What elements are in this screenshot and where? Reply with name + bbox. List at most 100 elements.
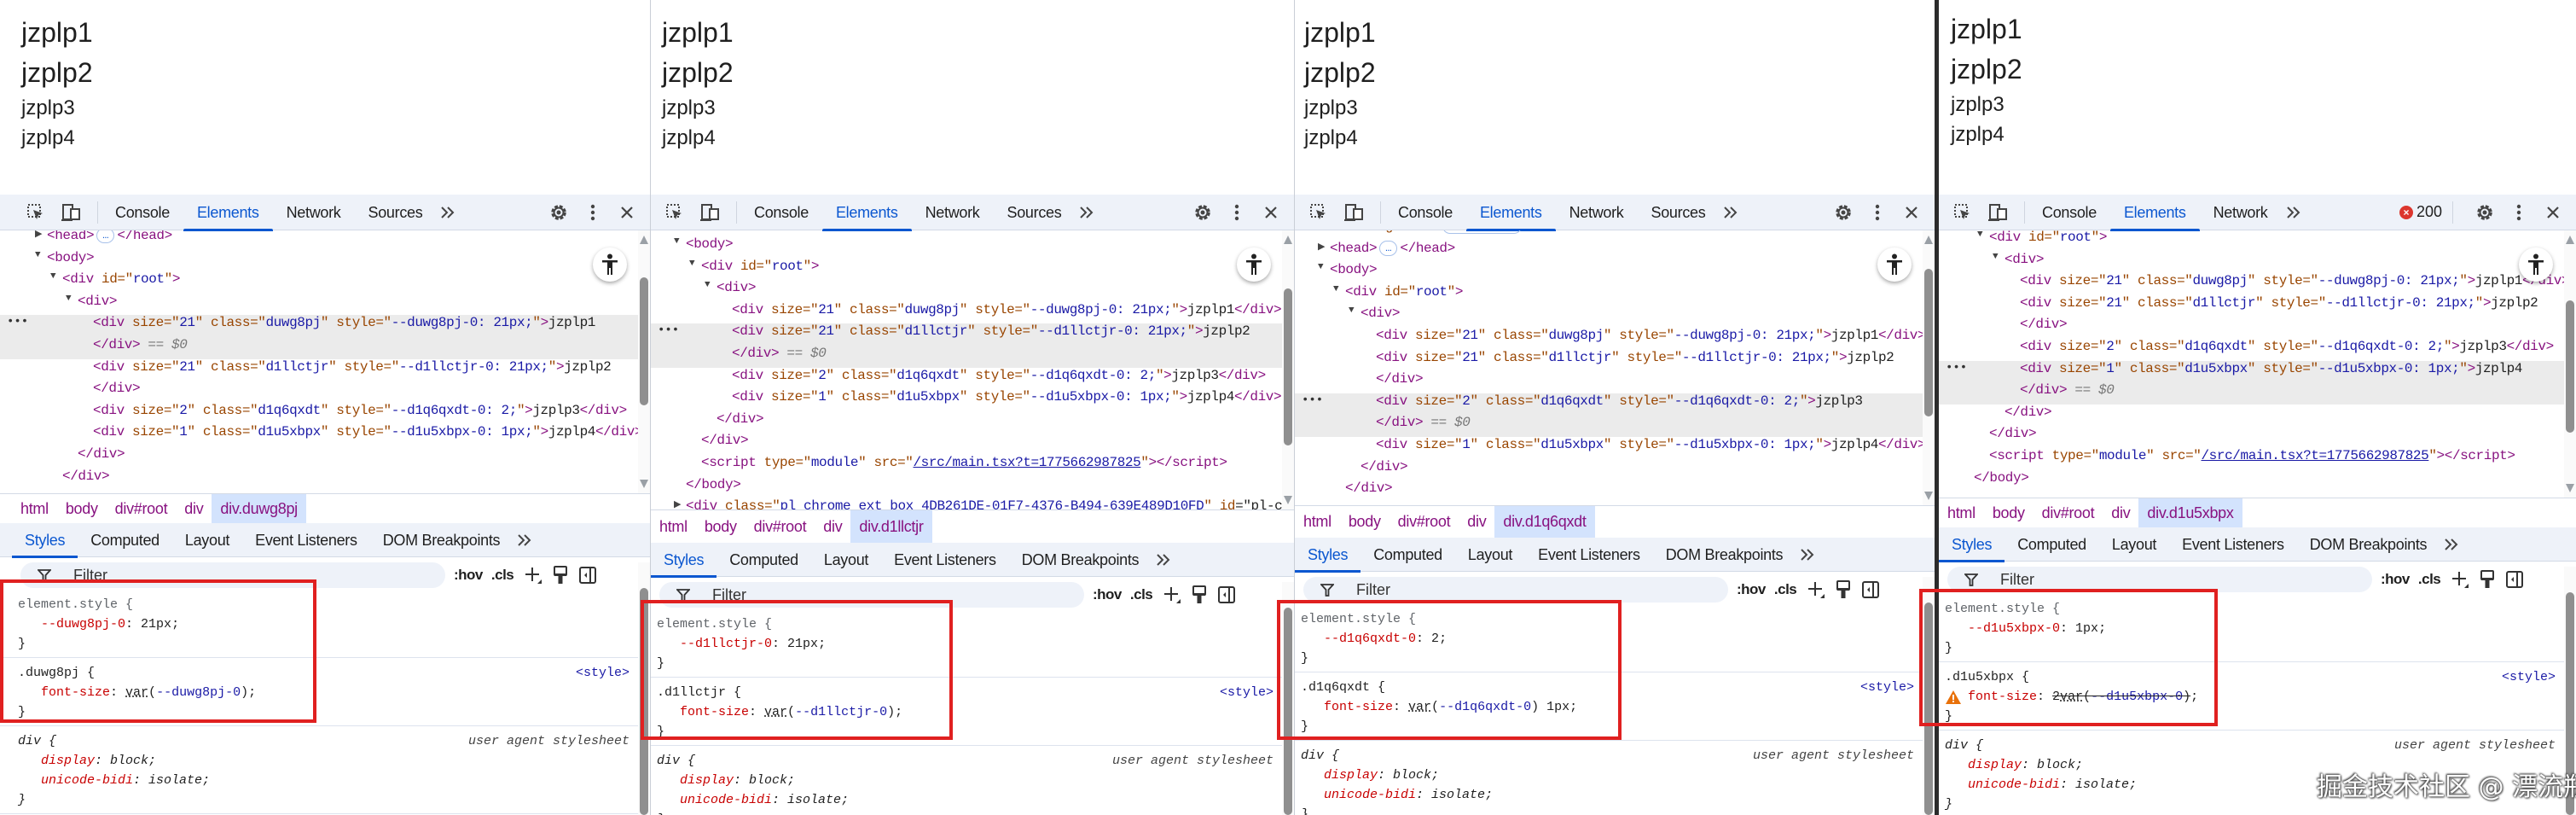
dom-node-line[interactable]: <div size="2" class="d1q6qxdt" style="--… [651,368,1282,390]
scroll-up-arrow-icon[interactable] [1924,236,1933,244]
property-name[interactable]: unicode-bidi [1324,788,1416,802]
tab-layout[interactable]: Layout [1455,538,1525,572]
property-value[interactable]: isolate [1431,788,1485,802]
dom-node-line[interactable]: </div> [651,411,1282,434]
css-declaration[interactable]: display: block; [1295,766,1923,785]
class-toggle[interactable]: .cls [1130,586,1152,603]
styles-filter-input[interactable] [693,582,1069,608]
tab-layout[interactable]: Layout [172,523,242,557]
expand-triangle-down-icon[interactable]: ▼ [705,280,711,290]
dom-node-line[interactable]: </div> [0,469,638,491]
dom-node-line[interactable]: </div> [1939,405,2564,427]
rendering-emulation-icon[interactable] [2480,570,2495,589]
more-tabs-chevron-icon[interactable] [1152,548,1175,572]
tab-elements[interactable]: Elements [822,195,912,230]
dom-node-line[interactable]: </div> == $0 [0,337,638,359]
scroll-down-arrow-icon[interactable] [1924,492,1933,500]
property-name[interactable]: font-size [41,685,110,700]
filter-box[interactable]: Filter [1303,577,1728,603]
hover-state-toggle[interactable]: :hov [1093,586,1122,603]
expand-triangle-down-icon[interactable]: ▼ [1318,262,1324,272]
node-actions-ellipsis-icon[interactable]: ••• [7,315,28,329]
filter-box[interactable]: Filter [659,582,1084,608]
tab-layout[interactable]: Layout [811,543,881,577]
rule-source-link[interactable]: <style> [2502,667,2556,687]
property-value[interactable]: isolate [2075,777,2129,792]
dom-tree-scrollbar[interactable] [2564,230,2576,498]
tab-event-listeners[interactable]: Event Listeners [881,543,1009,577]
property-value[interactable]: var(--duwg8pj-0) [125,685,248,700]
dom-node-line[interactable]: <div size="21" class="duwg8pj" style="--… [1939,273,2564,295]
inspect-element-icon[interactable] [1307,201,1331,224]
css-declaration[interactable]: display: block; [651,771,1282,790]
scrollbar-thumb[interactable] [1924,269,1933,416]
accessibility-tree-icon[interactable] [1877,247,1912,282]
scrollbar-thumb[interactable] [640,588,648,815]
new-style-rule-icon[interactable] [1807,580,1825,599]
styles-scrollbar[interactable] [1282,582,1294,815]
tab-console[interactable]: Console [1384,195,1466,230]
styles-scrollbar[interactable] [1923,577,1935,815]
rule-selector[interactable]: .d1llctjr { [651,683,1282,702]
more-tabs-chevron-icon[interactable] [513,528,537,552]
styles-filter-input[interactable] [55,562,430,588]
property-name[interactable]: --d1llctjr-0 [680,637,772,651]
dom-node-line[interactable]: </div> == $0 [1295,415,1923,437]
new-style-rule-icon[interactable] [1163,585,1181,604]
property-name[interactable]: unicode-bidi [41,773,133,788]
breadcrumb-item[interactable]: div [1459,506,1494,538]
expand-triangle-down-icon[interactable]: ▼ [1993,252,1999,262]
more-tabs-chevron-icon[interactable] [436,201,460,224]
dom-node-line[interactable]: </div> [1939,426,2564,448]
breadcrumb-item[interactable]: html [651,510,696,543]
styles-filter-input[interactable] [1981,567,2357,592]
dom-node-line[interactable]: <div size="2" class="d1q6qxdt" style="--… [1939,339,2564,361]
dom-node-line[interactable]: </div> [651,433,1282,455]
class-toggle[interactable]: .cls [2418,571,2440,588]
tab-styles[interactable]: Styles [12,523,78,557]
view-source-badge[interactable]: view-source [1442,230,1522,234]
expand-triangle-down-icon[interactable]: ▼ [50,271,56,282]
tab-network[interactable]: Network [1556,195,1638,230]
dom-node-line[interactable]: ▼<body> [0,250,638,272]
css-declaration[interactable]: --d1q6qxdt-0: 2; [1295,629,1923,649]
hover-state-toggle[interactable]: :hov [2381,571,2410,588]
breadcrumb-item[interactable]: div [176,494,212,523]
dom-node-line[interactable]: <div size="21" class="d1llctjr" style="-… [1295,350,1923,372]
new-style-rule-icon[interactable] [524,566,542,585]
css-declaration[interactable]: unicode-bidi: isolate; [651,790,1282,810]
error-count-badge[interactable]: ×200 [2399,201,2453,224]
breadcrumb-item[interactable]: html [1939,498,1984,527]
property-name[interactable]: --d1u5xbpx-0 [1968,621,2060,636]
dom-node-line[interactable]: •••<div size="2" class="d1q6qxdt" style=… [1295,393,1923,416]
breadcrumb-item[interactable]: div.d1u5xbpx [2138,498,2242,527]
property-name[interactable]: display [1968,758,2022,772]
tab-network[interactable]: Network [273,195,355,230]
toggle-sidebar-icon[interactable] [1861,580,1880,599]
toggle-sidebar-icon[interactable] [2505,570,2524,589]
property-value[interactable]: var(--d1q6qxdt-0) 1px [1408,700,1569,714]
tab-styles[interactable]: Styles [1295,538,1361,572]
dom-node-line[interactable]: </div> [1295,480,1923,503]
dom-tree-scrollbar[interactable] [1282,230,1294,509]
more-tabs-chevron-icon[interactable] [1075,201,1099,224]
more-tabs-chevron-icon[interactable] [1796,543,1819,567]
breadcrumb-item[interactable]: body [57,494,107,523]
hover-state-toggle[interactable]: :hov [1737,581,1766,598]
accessibility-tree-icon[interactable] [2519,247,2553,282]
more-options-icon[interactable] [2506,200,2532,225]
dom-node-line[interactable]: ▼<div id="root"> [1295,284,1923,306]
css-declaration[interactable]: font-size: 2var(--d1u5xbpx-0); [1939,687,2564,707]
tab-sources[interactable]: Sources [355,195,437,230]
rendering-emulation-icon[interactable] [553,566,568,585]
tab-computed[interactable]: Computed [1361,538,1455,572]
node-actions-ellipsis-icon[interactable]: ••• [1946,361,1967,375]
property-value[interactable]: block [110,754,148,768]
dom-node-line[interactable]: <div size="21" class="duwg8pj" style="--… [1295,328,1923,350]
property-name[interactable]: unicode-bidi [680,793,772,807]
dom-node-line[interactable]: <div size="1" class="d1u5xbpx" style="--… [651,389,1282,411]
breadcrumb-item[interactable]: body [1984,498,2034,527]
expand-triangle-down-icon[interactable]: ▼ [674,236,680,247]
breadcrumb-item[interactable]: html [12,494,57,523]
property-name[interactable]: --d1q6qxdt-0 [1324,632,1416,646]
